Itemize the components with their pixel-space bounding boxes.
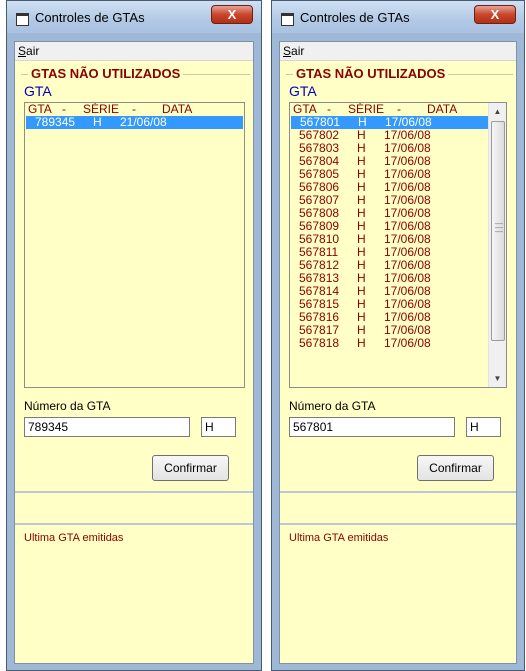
menu-sair-label: air [291, 44, 305, 58]
scroll-up-arrow-icon[interactable]: ▲ [489, 103, 506, 120]
menu-sair-hotkey: S [283, 44, 292, 58]
list-item[interactable]: 789345 H 21/06/08 [26, 116, 243, 129]
title-bar[interactable]: Controles de GTAs X [272, 1, 524, 33]
close-button[interactable]: X [211, 5, 253, 24]
numero-gta-input[interactable] [24, 417, 190, 437]
serie-cell: H [93, 115, 102, 129]
menu-sair[interactable]: Sair [18, 44, 39, 58]
divider [280, 523, 516, 525]
serie-input[interactable] [201, 417, 236, 437]
close-icon: X [490, 7, 500, 22]
gta-label: GTA [289, 83, 317, 99]
scroll-down-arrow-icon[interactable]: ▼ [489, 370, 506, 387]
numero-gta-label: Número da GTA [24, 399, 111, 413]
serie-cell: H [357, 336, 366, 350]
client-area: Sair GTAS NÃO UTILIZADOS GTA GTA - SÉRIE… [279, 41, 517, 664]
confirm-button[interactable]: Confirmar [152, 455, 229, 481]
numero-gta-label: Número da GTA [289, 399, 376, 413]
list-item[interactable]: 567818 H 17/06/08 [290, 337, 506, 350]
serie-input[interactable] [466, 417, 501, 437]
ultima-gta-label: Ultima GTA emitidas [289, 532, 389, 544]
close-button[interactable]: X [474, 5, 516, 24]
group-title: GTAS NÃO UTILIZADOS [293, 66, 449, 81]
menu-bar: Sair [15, 42, 253, 61]
menu-sair-label: air [26, 44, 40, 58]
menu-sair-hotkey: S [18, 44, 27, 58]
menu-sair[interactable]: Sair [283, 44, 304, 58]
client-area: Sair GTAS NÃO UTILIZADOS GTA GTA - SÉRIE… [14, 41, 254, 664]
grip-icon: — — — [495, 219, 503, 236]
date-cell: 21/06/08 [120, 115, 167, 129]
divider [280, 491, 516, 493]
date-cell: 17/06/08 [384, 336, 431, 350]
window-app-icon [16, 13, 29, 26]
scroll-thumb[interactable]: — — — [491, 121, 505, 341]
window-right: Controles de GTAs X Sair GTAS NÃO UTILIZ… [271, 0, 525, 671]
divider [15, 523, 253, 525]
title-bar[interactable]: Controles de GTAs X [7, 1, 261, 33]
menu-bar: Sair [280, 42, 516, 61]
list-scrollbar[interactable]: ▲ — — — ▼ [488, 103, 506, 387]
window-app-icon [281, 13, 294, 26]
numero-gta-input[interactable] [289, 417, 455, 437]
group-title: GTAS NÃO UTILIZADOS [28, 66, 184, 81]
window-title: Controles de GTAs [300, 10, 410, 25]
gta-cell: 789345 [35, 115, 76, 129]
divider [15, 491, 253, 493]
window-left: Controles de GTAs X Sair GTAS NÃO UTILIZ… [6, 0, 262, 671]
gta-cell: 567818 [299, 336, 340, 350]
close-icon: X [227, 7, 237, 22]
gta-label: GTA [24, 83, 52, 99]
window-title: Controles de GTAs [35, 10, 145, 25]
gta-listbox[interactable]: GTA - SÉRIE - DATA 567801 H 17/06/08 567802… [289, 102, 507, 388]
confirm-button[interactable]: Confirmar [417, 455, 494, 481]
gta-listbox[interactable]: GTA - SÉRIE - DATA 789345 H 21/06/08 [24, 102, 245, 388]
ultima-gta-label: Ultima GTA emitidas [24, 532, 124, 544]
